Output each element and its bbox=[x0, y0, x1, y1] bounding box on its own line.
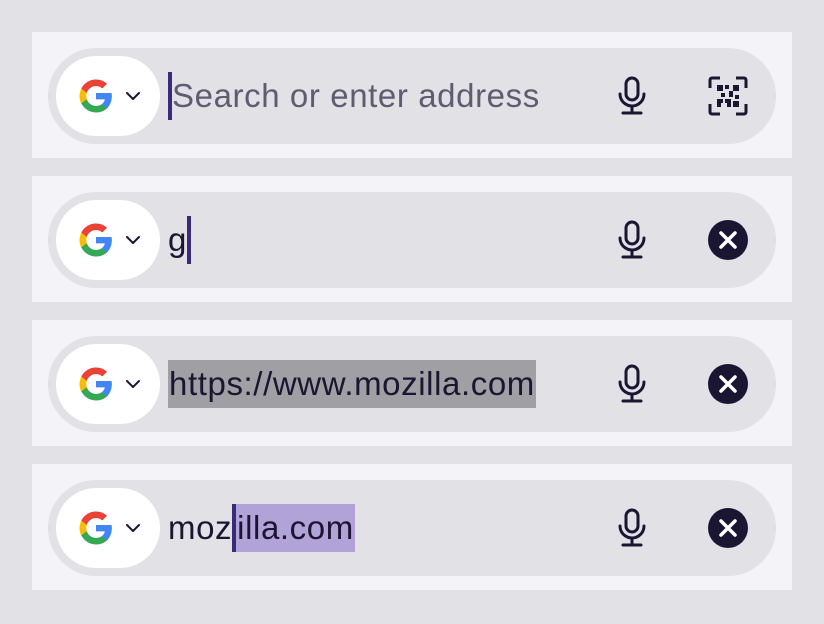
selected-url-text: https://www.mozilla.com bbox=[168, 360, 536, 408]
qr-scan-icon bbox=[704, 72, 752, 120]
search-engine-selector[interactable] bbox=[56, 200, 160, 280]
clear-icon bbox=[704, 360, 752, 408]
clear-button[interactable] bbox=[704, 360, 752, 408]
typed-text: g bbox=[168, 221, 187, 258]
url-input[interactable]: Search or enter address bbox=[168, 72, 598, 120]
toolbar-card-autocomplete: moz illa.com bbox=[32, 464, 792, 590]
clear-icon bbox=[704, 504, 752, 552]
chevron-down-icon bbox=[124, 521, 142, 535]
voice-search-button[interactable] bbox=[608, 72, 656, 120]
text-caret bbox=[186, 216, 191, 264]
chevron-down-icon bbox=[124, 377, 142, 391]
google-icon bbox=[78, 222, 114, 258]
url-bar[interactable]: https://www.mozilla.com bbox=[48, 336, 776, 432]
chevron-down-icon bbox=[124, 233, 142, 247]
url-input[interactable]: moz illa.com bbox=[168, 504, 598, 552]
clear-button[interactable] bbox=[704, 216, 752, 264]
search-engine-selector[interactable] bbox=[56, 56, 160, 136]
microphone-icon bbox=[608, 72, 656, 120]
microphone-icon bbox=[608, 216, 656, 264]
google-icon bbox=[78, 366, 114, 402]
url-input[interactable]: g bbox=[168, 216, 598, 264]
search-engine-selector[interactable] bbox=[56, 488, 160, 568]
qr-scan-button[interactable] bbox=[704, 72, 752, 120]
clear-button[interactable] bbox=[704, 504, 752, 552]
clear-icon bbox=[704, 216, 752, 264]
toolbar-card-empty: Search or enter address bbox=[32, 32, 792, 158]
url-bar[interactable]: g bbox=[48, 192, 776, 288]
search-engine-selector[interactable] bbox=[56, 344, 160, 424]
toolbar-card-typing: g bbox=[32, 176, 792, 302]
microphone-icon bbox=[608, 360, 656, 408]
toolbar-card-url-selected: https://www.mozilla.com bbox=[32, 320, 792, 446]
url-input[interactable]: https://www.mozilla.com bbox=[168, 360, 598, 408]
google-icon bbox=[78, 78, 114, 114]
google-icon bbox=[78, 510, 114, 546]
autocomplete-suggestion: illa.com bbox=[236, 504, 355, 552]
voice-search-button[interactable] bbox=[608, 216, 656, 264]
chevron-down-icon bbox=[124, 89, 142, 103]
url-bar[interactable]: Search or enter address bbox=[48, 48, 776, 144]
voice-search-button[interactable] bbox=[608, 504, 656, 552]
typed-text: moz bbox=[168, 509, 233, 546]
microphone-icon bbox=[608, 504, 656, 552]
voice-search-button[interactable] bbox=[608, 360, 656, 408]
url-placeholder: Search or enter address bbox=[172, 77, 540, 114]
url-bar[interactable]: moz illa.com bbox=[48, 480, 776, 576]
